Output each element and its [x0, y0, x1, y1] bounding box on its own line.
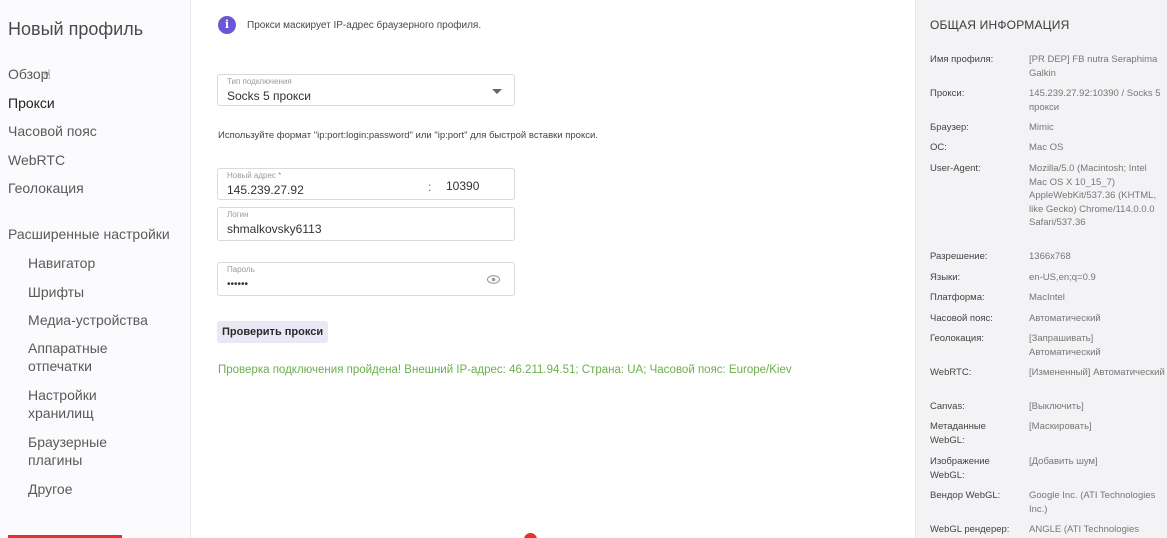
info-value: [Выключить]	[1029, 401, 1084, 412]
info-value: Автоматический	[1029, 313, 1101, 324]
info-key: WebGL рендерер:	[930, 524, 1010, 535]
info-value: [Добавить шум]	[1029, 456, 1098, 467]
info-value: Mimic	[1029, 122, 1054, 133]
success-message: Проверка подключения пройдена! Внешний I…	[218, 364, 792, 376]
sidebar-item-timezone[interactable]: Часовой пояс	[8, 123, 97, 139]
info-key: WebRTC:	[930, 367, 972, 378]
sidebar-item-advanced[interactable]: Расширенные настройки	[8, 226, 170, 242]
sidebar-item-proxy[interactable]: Прокси	[8, 95, 55, 111]
connection-type-value: Socks 5 прокси	[227, 89, 311, 103]
video-scrubber-handle[interactable]	[524, 533, 537, 538]
info-value: en-US,en;q=0.9	[1029, 272, 1096, 283]
connection-type-label: Тип подключения	[227, 77, 292, 86]
sidebar-subitem-fonts[interactable]: Шрифты	[28, 283, 84, 301]
info-key: Метаданные WebGL:	[930, 421, 986, 446]
address-label: Новый адрес *	[227, 171, 282, 180]
sidebar-subitem-media-devices[interactable]: Медиа-устройства	[28, 311, 148, 329]
info-key: Геолокация:	[930, 333, 984, 344]
password-value: ••••••	[227, 279, 249, 290]
main-content: i Прокси маскирует IP-адрес браузерного …	[191, 0, 915, 538]
info-value: Mac OS	[1029, 142, 1064, 153]
info-key: Разрешение:	[930, 251, 988, 262]
info-value: Google Inc. (ATI Technologies Inc.)	[1029, 490, 1156, 515]
address-value: 145.239.27.92	[227, 183, 304, 197]
sidebar-subitem-browser-plugins[interactable]: Браузерные плагины	[28, 433, 138, 469]
info-key: Часовой пояс:	[930, 313, 993, 324]
chevron-down-icon[interactable]	[492, 89, 502, 94]
connection-type-select[interactable]: Тип подключения Socks 5 прокси	[217, 74, 515, 106]
sidebar: Новый профиль Обзор ☝ Прокси Часовой поя…	[0, 0, 191, 538]
info-text: Прокси маскирует IP-адрес браузерного пр…	[247, 20, 482, 31]
sidebar-subitem-other[interactable]: Другое	[28, 480, 72, 498]
sidebar-subitem-navigator[interactable]: Навигатор	[28, 254, 95, 272]
sidebar-item-geolocation[interactable]: Геолокация	[8, 180, 84, 196]
check-proxy-button[interactable]: Проверить прокси	[217, 321, 329, 343]
info-key: ОС:	[930, 142, 947, 153]
sidebar-subitem-hardware-fingerprints[interactable]: Аппаратные отпечатки	[28, 339, 138, 375]
port-field[interactable]: 10390	[446, 179, 479, 193]
eye-icon[interactable]	[487, 275, 500, 284]
hand-cursor-icon: ☝	[43, 67, 51, 82]
info-key: Браузер:	[930, 122, 969, 133]
info-value: [PR DEP] FB nutra Seraphima Galkin	[1029, 54, 1158, 79]
info-key: Canvas:	[930, 401, 965, 412]
info-value: MacIntel	[1029, 292, 1065, 303]
login-value: shmalkovsky6113	[227, 222, 322, 236]
info-icon: i	[218, 16, 236, 34]
login-field[interactable]: Логин shmalkovsky6113	[217, 207, 515, 241]
info-value: 1366x768	[1029, 251, 1071, 262]
info-panel-title: ОБЩАЯ ИНФОРМАЦИЯ	[930, 18, 1070, 32]
info-value: [Запрашивать] Автоматический	[1029, 333, 1101, 358]
login-label: Логин	[227, 210, 249, 219]
password-field[interactable]: Пароль ••••••	[217, 262, 515, 296]
info-value: 145.239.27.92:10390 / Socks 5 прокси	[1029, 88, 1161, 113]
sidebar-subitem-storage-settings[interactable]: Настройки хранилищ	[28, 386, 138, 422]
format-hint: Используйте формат "ip:port:login:passwo…	[218, 130, 598, 141]
password-label: Пароль	[227, 265, 255, 274]
info-value: [Измененный] Автоматический	[1029, 367, 1165, 378]
info-key: Языки:	[930, 272, 961, 283]
page-title: Новый профиль	[8, 19, 144, 39]
info-key: Имя профиля:	[930, 54, 994, 65]
address-port-separator: :	[428, 180, 432, 194]
info-key: Платформа:	[930, 292, 985, 303]
info-key: Изображение WebGL:	[930, 456, 990, 481]
info-value: [Маскировать]	[1029, 421, 1092, 432]
info-key: Прокси:	[930, 88, 965, 99]
info-value: ANGLE (ATI Technologies	[1029, 524, 1140, 535]
info-value: Mozilla/5.0 (Macintosh; Intel Mac OS X 1…	[1029, 163, 1157, 228]
sidebar-item-webrtc[interactable]: WebRTC	[8, 152, 65, 168]
info-key: User-Agent:	[930, 163, 981, 174]
info-key: Вендор WebGL:	[930, 490, 1001, 501]
info-panel: ОБЩАЯ ИНФОРМАЦИЯ Имя профиля: [PR DEP] F…	[915, 0, 1167, 538]
